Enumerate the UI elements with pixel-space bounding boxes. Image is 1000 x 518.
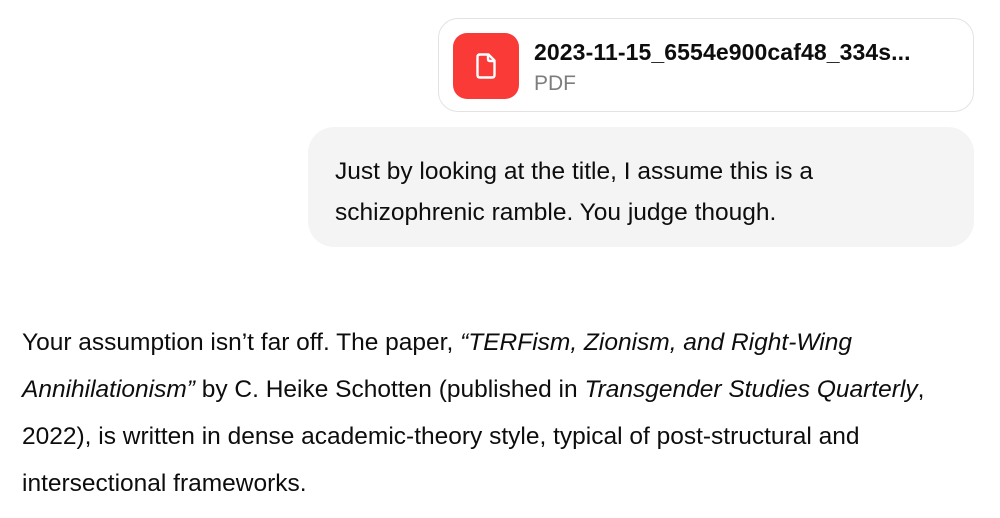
assistant-text: by C. Heike Schotten (published in — [194, 376, 585, 403]
journal-name: Transgender Studies Quarterly — [584, 376, 918, 403]
user-message-line: schizophrenic ramble. You judge though. — [335, 199, 777, 226]
user-message-line: Just by looking at the title, I assume t… — [335, 158, 813, 185]
attachment-file-type: PDF — [534, 72, 576, 95]
assistant-text: Your assumption isn’t far off. The paper… — [22, 329, 461, 356]
document-icon — [476, 53, 496, 79]
attachment-file-name: 2023-11-15_6554e900caf48_334s... — [534, 39, 911, 65]
pdf-file-icon — [453, 33, 519, 99]
assistant-message: Your assumption isn’t far off. The paper… — [22, 319, 982, 507]
user-message-bubble: Just by looking at the title, I assume t… — [308, 127, 974, 247]
attachment-card[interactable]: 2023-11-15_6554e900caf48_334s... PDF — [438, 18, 974, 112]
